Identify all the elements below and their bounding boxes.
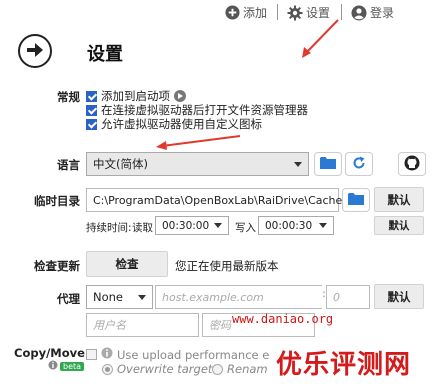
github-button[interactable] <box>398 152 426 176</box>
checkbox-startup[interactable] <box>86 90 97 102</box>
watermark-url: www.daniao.org <box>232 312 334 326</box>
upload-performance-option[interactable]: Use upload performance e <box>86 347 269 362</box>
arrow-right-circle-icon[interactable] <box>174 90 186 102</box>
overwrite-radio-option[interactable]: Overwrite target <box>102 362 212 376</box>
proxy-host-input[interactable]: host.example.com <box>155 285 322 309</box>
duration-label: 持续时间: <box>86 222 132 234</box>
beta-badge: beta <box>60 362 85 371</box>
proxy-port-input[interactable]: 0 <box>326 285 370 309</box>
write-label: 写入 <box>235 222 256 234</box>
check-update-button[interactable]: 检查 <box>86 251 168 277</box>
proxy-username-input[interactable]: 用户名 <box>86 313 199 337</box>
language-value: 中文(简体) <box>93 157 148 171</box>
copymove-label: Copy/Move <box>14 346 85 360</box>
language-select[interactable]: 中文(简体) <box>86 152 309 176</box>
temp-dir-path: C:\ProgramData\OpenBoxLab\RaiDrive\Cache <box>93 193 343 207</box>
chevron-down-icon <box>294 161 302 167</box>
proxy-type-select[interactable]: None <box>86 285 153 309</box>
proxy-host-placeholder: host.example.com <box>162 290 264 304</box>
read-duration-select[interactable]: 00:30:00 <box>155 216 229 235</box>
proxy-username-placeholder: 用户名 <box>93 319 126 332</box>
refresh-button[interactable] <box>345 152 373 176</box>
upload-performance-checkbox[interactable] <box>86 349 97 360</box>
folder-icon <box>320 156 336 172</box>
temp-folder-button[interactable] <box>342 188 370 212</box>
proxy-password-placeholder: 密码 <box>209 319 231 332</box>
write-duration-select[interactable]: 00:00:30 <box>258 216 334 235</box>
arrow-right-icon <box>26 42 44 61</box>
watermark-brand: 优乐评测网 <box>276 350 412 380</box>
rename-radio[interactable] <box>212 363 223 375</box>
update-status: 您正在使用最新版本 <box>175 259 279 273</box>
temp-dir-input[interactable]: C:\ProgramData\OpenBoxLab\RaiDrive\Cache <box>86 188 343 212</box>
read-duration-value: 00:30:00 <box>162 219 210 232</box>
proxy-port-placeholder: 0 <box>333 290 340 304</box>
language-folder-button[interactable] <box>314 152 342 176</box>
temp-default-button[interactable]: 默认 <box>374 187 424 212</box>
read-label: 读取 <box>132 222 153 234</box>
copymove-badge-row: beta <box>48 360 85 373</box>
general-label: 常规 <box>57 90 80 104</box>
upload-performance-info-icon <box>101 347 113 362</box>
proxy-label: 代理 <box>57 292 80 306</box>
back-button[interactable] <box>18 34 52 68</box>
overwrite-label: Overwrite target <box>117 362 213 376</box>
annotation-arrow-language <box>156 135 241 150</box>
update-label: 检查更新 <box>34 259 80 273</box>
copymove-info-icon <box>48 360 58 373</box>
write-duration-value: 00:00:30 <box>265 219 313 232</box>
language-label: 语言 <box>57 158 80 172</box>
page-title: 设置 <box>87 44 123 65</box>
annotation-arrow-top <box>302 19 339 58</box>
proxy-type-value: None <box>93 290 124 304</box>
refresh-icon <box>352 156 366 173</box>
chevron-down-icon <box>138 294 146 300</box>
rename-label: Renam <box>227 362 268 376</box>
rename-radio-option[interactable]: Renam <box>212 362 268 376</box>
upload-performance-label: Use upload performance e <box>117 347 270 362</box>
chevron-down-icon <box>319 223 327 228</box>
checkbox-custom-icon[interactable] <box>86 118 97 130</box>
duration-default-button[interactable]: 默认 <box>374 216 424 235</box>
folder-icon <box>348 192 364 208</box>
chevron-down-icon <box>214 223 222 228</box>
temp-dir-label: 临时目录 <box>34 194 80 208</box>
checkbox-open-explorer[interactable] <box>86 104 97 116</box>
proxy-default-button[interactable]: 默认 <box>374 284 424 309</box>
github-icon <box>404 155 420 174</box>
option-custom-icon-label: 允许虚拟驱动器使用自定义图标 <box>101 117 262 131</box>
overwrite-radio[interactable] <box>102 363 113 375</box>
option-custom-icon[interactable]: 允许虚拟驱动器使用自定义图标 <box>86 116 262 132</box>
